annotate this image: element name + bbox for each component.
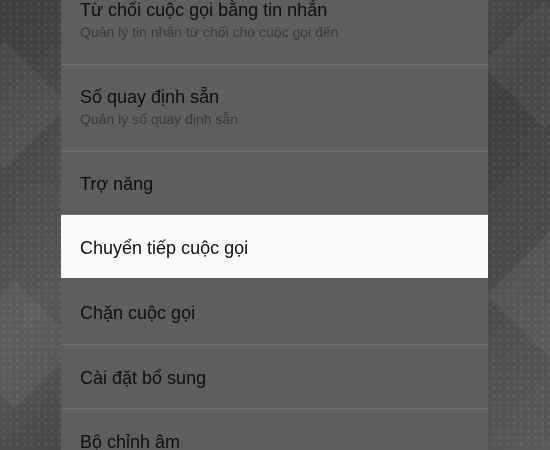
list-item-equalizer[interactable]: Bộ chỉnh âm [61, 409, 488, 450]
list-item-title: Cài đặt bổ sung [80, 368, 207, 388]
list-item-title: Trợ năng [80, 174, 154, 194]
list-item-call-blocking[interactable]: Chặn cuộc gọi [61, 278, 488, 345]
settings-list: Từ chối cuộc gọi bằng tin nhắn Quản lý t… [61, 0, 488, 450]
list-item-reject-call-messages[interactable]: Từ chối cuộc gọi bằng tin nhắn Quản lý t… [61, 0, 488, 65]
list-item-subtitle: Quản lý tin nhắn từ chối cho cuộc gọi đế… [80, 24, 339, 40]
list-item-additional-settings[interactable]: Cài đặt bổ sung [61, 345, 488, 409]
list-item-title: Số quay định sẵn [80, 87, 220, 107]
list-item-fixed-dialing-numbers[interactable]: Số quay định sẵn Quản lý số quay định sẵ… [61, 65, 488, 152]
list-item-title: Từ chối cuộc gọi bằng tin nhắn [80, 0, 328, 20]
list-item-title: Chuyển tiếp cuộc gọi [80, 238, 249, 258]
list-item-title: Bộ chỉnh âm [80, 432, 181, 450]
background-pattern-shape [0, 41, 69, 169]
list-item-call-forwarding[interactable]: Chuyển tiếp cuộc gọi [61, 215, 488, 278]
list-item-subtitle: Quản lý số quay định sẵn [80, 111, 238, 127]
background-pattern-shape [486, 231, 550, 359]
background-pattern-shape [481, 1, 550, 129]
list-item-title: Chặn cuộc gọi [80, 303, 196, 323]
list-item-accessibility[interactable]: Trợ năng [61, 152, 488, 215]
call-settings-screen: Từ chối cuộc gọi bằng tin nhắn Quản lý t… [0, 0, 550, 450]
